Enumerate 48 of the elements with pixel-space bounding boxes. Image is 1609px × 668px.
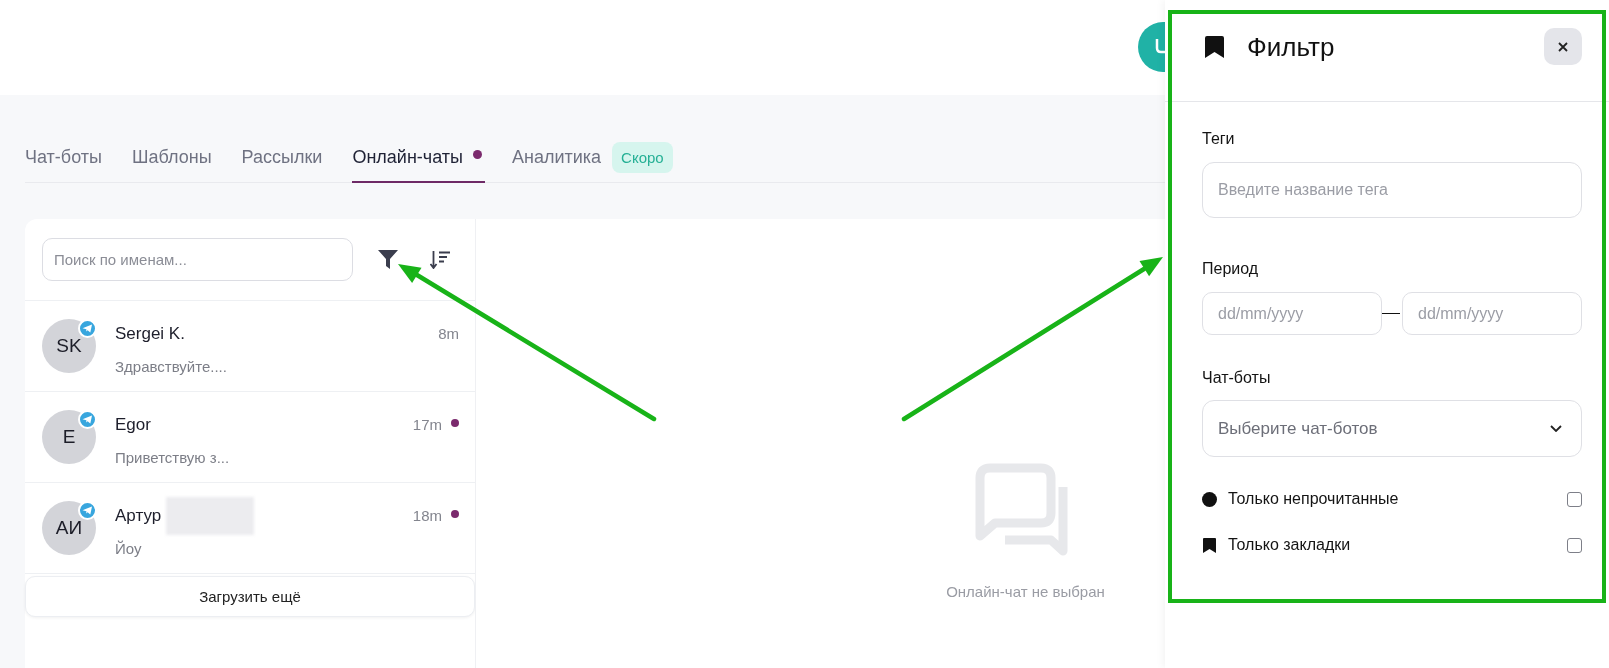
contact-name: Sergei K. — [115, 324, 185, 344]
paper-plane-icon — [78, 410, 97, 429]
tab[interactable]: Рассылки — [241, 147, 326, 183]
close-button[interactable] — [1544, 28, 1582, 65]
bookmark-icon — [1205, 35, 1224, 58]
filter-icon[interactable] — [378, 250, 398, 269]
message-preview: Йоу — [115, 540, 142, 558]
contact-avatar: SK — [42, 319, 96, 373]
field-label: Теги — [1202, 129, 1235, 149]
chat-list-item[interactable]: E Egor Приветствую з... 17m — [25, 392, 475, 483]
chevron-down-icon — [1550, 425, 1562, 432]
bookmark-icon — [1203, 537, 1216, 553]
status-badge: Скоро — [612, 142, 673, 173]
close-icon — [1558, 41, 1568, 52]
option-label: Только закладки — [1228, 535, 1351, 555]
filled-circle-icon — [1202, 491, 1217, 507]
paper-plane-icon — [78, 319, 97, 338]
chat-list-item[interactable]: SK Sergei K. Здравствуйте.... 8m — [25, 301, 475, 392]
tab[interactable]: Онлайн-чаты — [352, 147, 485, 183]
empty-state-text: Онлайн-чат не выбран — [946, 583, 1105, 601]
contact-name: Артур — [115, 506, 162, 526]
option-label: Только непрочитанные — [1228, 489, 1399, 509]
contact-name: Egor — [115, 415, 151, 435]
contact-avatar: E — [42, 410, 96, 464]
message-preview: Здравствуйте.... — [115, 358, 227, 376]
search-field[interactable]: Поиск по именам... — [42, 238, 353, 281]
field-label: Период — [1202, 259, 1259, 279]
message-preview: Приветствую з... — [115, 449, 230, 467]
field-label: Чат-боты — [1202, 368, 1271, 388]
tab[interactable]: Чат-боты — [25, 147, 105, 183]
paper-plane-icon — [78, 501, 97, 520]
end-date-field[interactable]: dd/mm/yyyy — [1402, 292, 1582, 335]
profile-avatar[interactable] — [1138, 22, 1165, 72]
start-date-field[interactable]: dd/mm/yyyy — [1202, 292, 1382, 335]
sort-icon[interactable] — [430, 250, 450, 269]
checkbox[interactable] — [1567, 491, 1582, 507]
chatbot-select[interactable]: Выберите чат-ботов — [1202, 400, 1582, 457]
tab[interactable]: Шаблоны — [131, 147, 215, 183]
tab[interactable]: Аналитика — [512, 147, 605, 183]
contact-avatar: АИ — [42, 501, 96, 555]
chat-list-item[interactable]: АИ Артур Йоу 18m — [25, 483, 475, 574]
message-time: 8m — [438, 325, 459, 343]
checkbox[interactable] — [1567, 537, 1582, 553]
load-more-button[interactable]: Загрузить ещё — [25, 576, 475, 617]
tag-input-field[interactable]: Введите название тега — [1202, 162, 1582, 218]
message-time: 18m — [412, 507, 442, 525]
drawer-title: Фильтр — [1247, 31, 1335, 62]
message-time: 17m — [412, 416, 442, 434]
